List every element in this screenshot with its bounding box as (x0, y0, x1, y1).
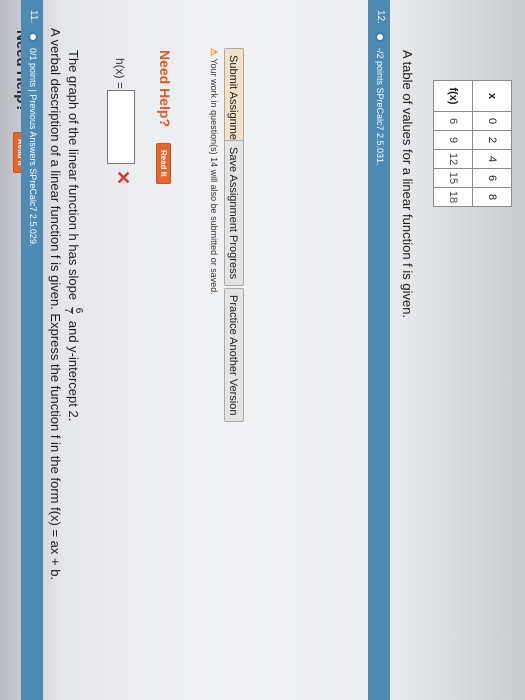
table-cell-fx: 18 (433, 187, 473, 207)
answer-input[interactable] (107, 90, 135, 164)
table-row: x 0 2 4 6 8 (472, 80, 512, 207)
question-12-header: 12. -/2 points SPreCalc7 2.5.031. (368, 0, 390, 700)
values-table: x 0 2 4 6 8 f(x) 6 9 12 15 18 (433, 80, 512, 207)
table-cell-x: 2 (472, 130, 512, 150)
warning-icon: ⚠ (209, 48, 219, 57)
table-header-x: x (472, 80, 512, 112)
prompt-prefix: The graph of the linear function h has s… (66, 50, 82, 301)
slope-fraction: 6 7 (62, 306, 84, 315)
table-cell-x: 4 (472, 149, 512, 169)
table-cell-fx: 6 (433, 111, 473, 131)
practice-another-version-button[interactable]: Practice Another Version (224, 288, 244, 423)
status-circle-icon (28, 32, 38, 42)
need-help-label: Need Help? (157, 50, 173, 128)
table-cell-fx: 12 (433, 149, 473, 169)
prompt-suffix: and y-intercept 2. (66, 320, 82, 422)
warning-text: Your work in question(s) 14 will also be… (209, 58, 219, 295)
slope-denominator: 7 (62, 307, 73, 314)
answer-label: h(x) = (113, 58, 127, 90)
read-it-button[interactable]: Read It (156, 143, 171, 184)
question-11-header: 11. 0/1 points | Previous Answers SPreCa… (21, 0, 43, 700)
question-points: -/2 points SPreCalc7 2.5.031. (375, 48, 385, 166)
table-header-fx: f(x) (433, 80, 473, 112)
table-cell-x: 8 (472, 187, 512, 207)
table-cell-x: 6 (472, 168, 512, 188)
question-11-description: A verbal description of a linear functio… (48, 28, 63, 581)
status-circle-icon (375, 32, 385, 42)
question-points: 0/1 points | Previous Answers SPreCalc7 … (28, 48, 38, 247)
question-number: 11. (28, 10, 39, 24)
question-11-prompt: The graph of the linear function h has s… (62, 50, 84, 422)
table-row: f(x) 6 9 12 15 18 (433, 80, 473, 207)
table-cell-x: 0 (472, 111, 512, 131)
incorrect-icon: ✕ (113, 170, 133, 186)
question-number: 12. (375, 10, 386, 24)
screen-photo: Need Help? Read It 11. 0/1 points | Prev… (0, 0, 525, 700)
question-12-description: A table of values for a linear function … (400, 50, 415, 319)
table-cell-fx: 15 (433, 168, 473, 188)
assignment-page: Need Help? Read It 11. 0/1 points | Prev… (0, 0, 525, 700)
save-warning: ⚠ Your work in question(s) 14 will also … (208, 48, 219, 295)
save-progress-button[interactable]: Save Assignment Progress (224, 140, 244, 287)
slope-numerator: 6 (72, 306, 84, 315)
table-cell-fx: 9 (433, 130, 473, 150)
